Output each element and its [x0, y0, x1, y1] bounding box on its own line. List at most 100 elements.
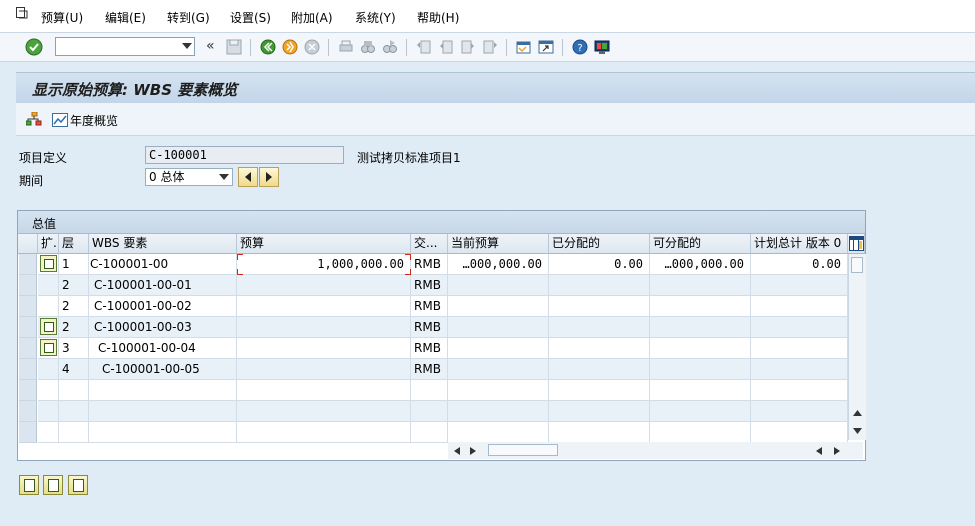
- chevron-down-icon[interactable]: [182, 43, 192, 49]
- column-settings-button[interactable]: [848, 234, 865, 254]
- cell-wbs: [89, 422, 237, 443]
- exit-icon[interactable]: [282, 39, 298, 55]
- row-selector[interactable]: [19, 401, 37, 422]
- col-header-wbs[interactable]: WBS 要素: [89, 234, 237, 254]
- cancel-icon[interactable]: [304, 39, 320, 55]
- menu-settings[interactable]: 设置(S): [230, 9, 271, 26]
- cell-budget[interactable]: [237, 317, 411, 338]
- back-icon[interactable]: [260, 39, 276, 55]
- row-selector[interactable]: [19, 338, 37, 359]
- menu-help[interactable]: 帮助(H): [417, 9, 459, 26]
- scroll-right-icon[interactable]: [834, 447, 840, 455]
- first-page-icon[interactable]: [416, 39, 432, 55]
- expand-node-icon[interactable]: [40, 339, 57, 356]
- vertical-scrollbar[interactable]: [848, 254, 866, 440]
- cell-distributable: [650, 275, 751, 296]
- command-field[interactable]: [55, 37, 195, 56]
- row-selector[interactable]: [19, 359, 37, 380]
- help-icon[interactable]: ?: [572, 39, 588, 55]
- row-selector[interactable]: [19, 275, 37, 296]
- scroll-left-icon[interactable]: [454, 447, 460, 455]
- row-selector[interactable]: [19, 422, 37, 443]
- scroll-down-icon[interactable]: [853, 428, 862, 434]
- ok-icon[interactable]: [25, 38, 43, 56]
- scroll-left-icon[interactable]: [816, 447, 822, 455]
- cell-budget[interactable]: [237, 296, 411, 317]
- menu-system[interactable]: 系统(Y): [355, 9, 396, 26]
- select-block-button[interactable]: [19, 475, 39, 495]
- cell-currency: [411, 380, 448, 401]
- cell-level: [59, 422, 89, 443]
- col-header-level[interactable]: 层: [59, 234, 89, 254]
- find-next-icon[interactable]: [382, 39, 398, 55]
- scroll-thumb[interactable]: [851, 257, 863, 273]
- find-icon[interactable]: [360, 39, 376, 55]
- cell-current-budget: [448, 317, 549, 338]
- cell-expand[interactable]: [38, 338, 59, 359]
- cell-distributed: [549, 275, 650, 296]
- col-header-plan-total[interactable]: 计划总计 版本 0: [751, 234, 848, 254]
- scroll-right-icon[interactable]: [470, 447, 476, 455]
- annual-overview-button[interactable]: 年度概览: [52, 111, 118, 129]
- cell-budget[interactable]: 1,000,000.00: [237, 254, 411, 275]
- previous-page-icon[interactable]: [438, 39, 454, 55]
- cell-budget[interactable]: [237, 401, 411, 422]
- cell-plan-total: [751, 359, 848, 380]
- select-all-header[interactable]: [18, 234, 38, 254]
- row-selector[interactable]: [19, 254, 37, 275]
- col-header-current-budget[interactable]: 当前预算: [448, 234, 549, 254]
- shortcut-icon[interactable]: [538, 39, 554, 55]
- cell-expand: [38, 401, 59, 422]
- cell-expand: [38, 296, 59, 317]
- col-header-budget[interactable]: 预算: [237, 234, 411, 254]
- col-header-expand[interactable]: 扩.: [38, 234, 59, 254]
- select-all-button[interactable]: [43, 475, 63, 495]
- cell-plan-total: [751, 422, 848, 443]
- deselect-all-button[interactable]: [68, 475, 88, 495]
- period-select[interactable]: 0 总体: [145, 168, 233, 186]
- row-selector[interactable]: [19, 317, 37, 338]
- print-icon[interactable]: [338, 39, 354, 55]
- cell-budget[interactable]: [237, 359, 411, 380]
- cell-current-budget: [448, 359, 549, 380]
- customize-layout-icon[interactable]: [594, 39, 610, 55]
- create-session-icon[interactable]: [516, 39, 532, 55]
- chevron-down-icon[interactable]: [219, 174, 229, 180]
- previous-period-button[interactable]: [238, 167, 258, 187]
- save-icon[interactable]: [226, 39, 242, 55]
- cell-distributed: 0.00: [549, 254, 650, 275]
- hierarchy-icon[interactable]: [26, 112, 42, 126]
- system-menu-icon[interactable]: [16, 7, 28, 19]
- col-header-currency[interactable]: 交...: [411, 234, 448, 254]
- cell-budget[interactable]: [237, 422, 411, 443]
- menu-extras[interactable]: 附加(A): [291, 9, 333, 26]
- cell-budget[interactable]: [237, 275, 411, 296]
- col-header-distributed[interactable]: 已分配的: [549, 234, 650, 254]
- menu-edit[interactable]: 编辑(E): [105, 9, 146, 26]
- horizontal-scrollbar[interactable]: [448, 442, 863, 459]
- scroll-up-icon[interactable]: [853, 410, 862, 416]
- svg-text:?: ?: [577, 43, 582, 54]
- row-selector[interactable]: [19, 380, 37, 401]
- cell-expand[interactable]: [38, 317, 59, 338]
- cell-current-budget: [448, 338, 549, 359]
- cell-expand[interactable]: [38, 254, 59, 275]
- col-header-distributable[interactable]: 可分配的: [650, 234, 751, 254]
- project-definition-field[interactable]: C-100001: [145, 146, 344, 164]
- cell-distributed: [549, 296, 650, 317]
- last-page-icon[interactable]: [482, 39, 498, 55]
- cell-wbs: C-100001-00-05: [89, 359, 237, 380]
- next-page-icon[interactable]: [460, 39, 476, 55]
- next-period-button[interactable]: [259, 167, 279, 187]
- toolbar-separator: [506, 39, 507, 56]
- expand-node-icon[interactable]: [40, 255, 57, 272]
- row-selector[interactable]: [19, 296, 37, 317]
- cell-budget[interactable]: [237, 338, 411, 359]
- menu-goto[interactable]: 转到(G): [167, 9, 210, 26]
- menu-budget[interactable]: 预算(U): [41, 9, 83, 26]
- cell-budget[interactable]: [237, 380, 411, 401]
- standard-toolbar: « ?: [0, 33, 975, 62]
- expand-node-icon[interactable]: [40, 318, 57, 335]
- scroll-thumb[interactable]: [488, 444, 558, 456]
- collapse-icon[interactable]: «: [206, 38, 215, 54]
